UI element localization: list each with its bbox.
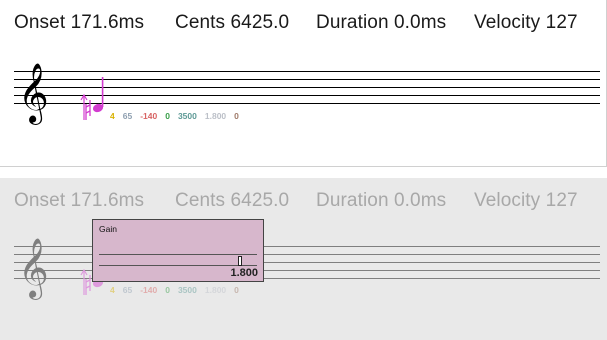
note-param-value: 65	[122, 285, 133, 295]
note-params: 4 65 -140 0 3500 1.800 0	[110, 111, 247, 121]
treble-clef-icon: 𝄞	[18, 238, 49, 300]
note-param-value: 65	[122, 111, 133, 121]
treble-clef-icon: 𝄞	[18, 63, 49, 125]
note-param-value: 4	[110, 285, 115, 295]
gain-popup-title: Gain	[99, 224, 117, 234]
note-param-value: 4	[110, 111, 115, 121]
note-editor-panel[interactable]: Onset 171.6ms Cents 6425.0 Duration 0.0m…	[0, 0, 607, 167]
gain-value: 1.800	[230, 267, 258, 279]
note-param-value: 3500	[177, 111, 197, 121]
gain-popup[interactable]: Gain 1.800	[92, 219, 264, 282]
note-param-value: 0	[165, 285, 170, 295]
gain-slider-track-top[interactable]	[99, 254, 257, 255]
note-param-value: 1.800	[204, 111, 227, 121]
note-param-value: 0	[234, 111, 239, 121]
note[interactable]	[80, 77, 104, 120]
note-param-value: 1.800	[204, 285, 227, 295]
note-params: 4 65 -140 0 3500 1.800 0	[110, 285, 247, 295]
note-param-value: -140	[140, 285, 158, 295]
note-param-value: 0	[234, 285, 239, 295]
note-param-value: 0	[165, 111, 170, 121]
gain-slider-handle[interactable]	[237, 256, 242, 266]
staff[interactable]: 𝄞	[0, 0, 607, 167]
note-param-value: -140	[140, 111, 158, 121]
gain-slider-track-bottom[interactable]	[99, 265, 257, 266]
note-param-value: 3500	[177, 285, 197, 295]
